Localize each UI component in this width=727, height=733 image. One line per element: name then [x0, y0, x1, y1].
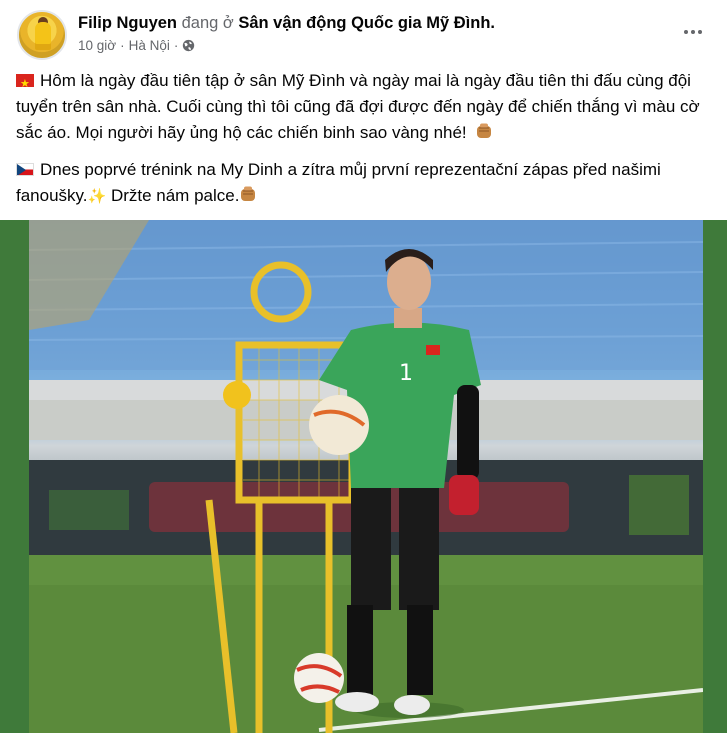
paragraph-cz-end: Držte nám palce. — [110, 186, 240, 205]
paragraph-vietnamese: Hôm là ngày đầu tiên tập ở sân Mỹ Đình v… — [16, 68, 706, 146]
post-title-line: Filip Nguyen đang ở Sân vận động Quốc gi… — [78, 12, 495, 34]
paragraph-vi-text: Hôm là ngày đầu tiên tập ở sân Mỹ Đình v… — [16, 71, 700, 142]
post-header: Filip Nguyen đang ở Sân vận động Quốc gi… — [0, 0, 727, 68]
post-meta: 10 giờ · Hà Nội · — [78, 38, 195, 53]
author-name[interactable]: Filip Nguyen — [78, 14, 177, 32]
czech-flag-icon — [16, 163, 34, 176]
globe-icon[interactable] — [182, 39, 195, 52]
photo-frame-right — [703, 220, 727, 733]
photo-illustration: 1 — [29, 220, 703, 733]
fist-emoji-icon-2 — [241, 186, 256, 201]
author-avatar[interactable] — [17, 10, 67, 60]
location-link[interactable]: Sân vận động Quốc gia Mỹ Đình. — [238, 14, 495, 32]
post-city: Hà Nội — [128, 38, 170, 53]
photo-frame-left — [0, 220, 29, 733]
post-text: Hôm là ngày đầu tiên tập ở sân Mỹ Đình v… — [16, 68, 706, 221]
more-options-button[interactable] — [681, 20, 705, 44]
fist-emoji-icon — [477, 123, 492, 138]
more-horizontal-icon — [684, 30, 688, 34]
meta-separator-2: · — [173, 38, 179, 53]
paragraph-czech: Dnes poprvé trénink na My Dinh a zítra m… — [16, 157, 706, 210]
sparkles-emoji-icon: ✨ — [87, 188, 107, 205]
location-verb: đang ở — [181, 14, 234, 32]
post-photo[interactable]: 1 — [29, 220, 703, 733]
post-timestamp[interactable]: 10 giờ — [78, 38, 116, 53]
vietnam-flag-icon — [16, 71, 34, 97]
jersey-number: 1 — [399, 361, 413, 386]
meta-separator: · — [120, 38, 125, 53]
